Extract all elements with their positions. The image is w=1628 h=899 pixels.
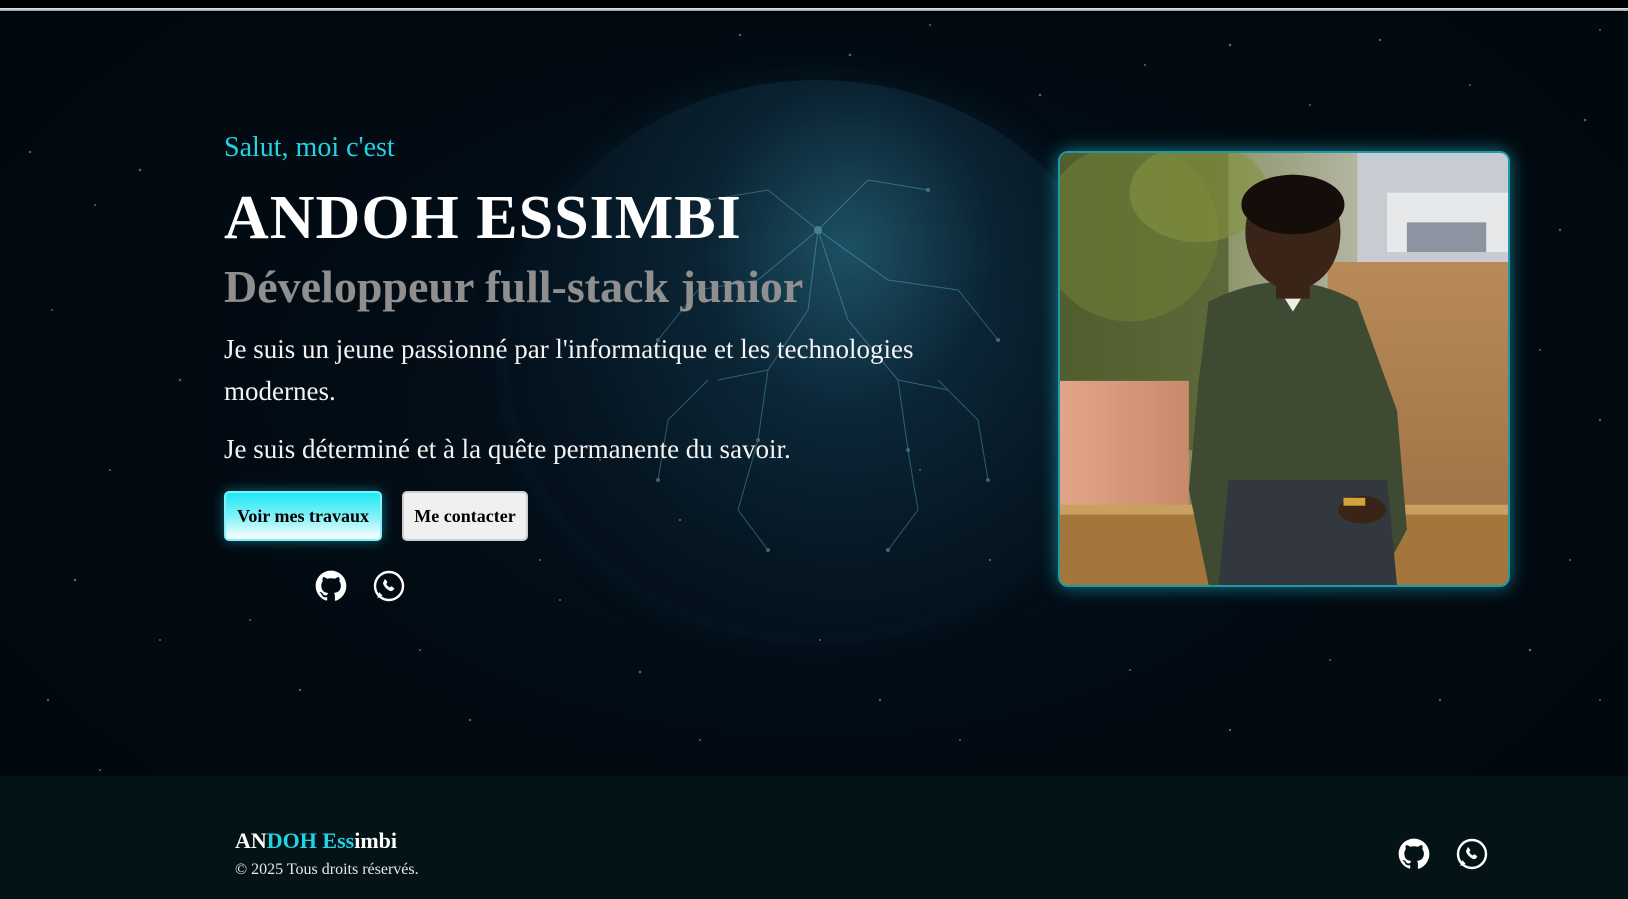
hero-github-link[interactable] [315,570,347,602]
hero-name: ANDOH ESSIMBI [224,184,742,252]
whatsapp-icon [1456,838,1488,870]
portrait-image [1060,153,1508,585]
footer-whatsapp-link[interactable] [1456,838,1488,870]
hero-description-1: Je suis un jeune passionné par l'informa… [224,334,914,406]
hero-section: Salut, moi c'est ANDOH ESSIMBI Développe… [224,128,944,470]
contact-button[interactable]: Me contacter [402,491,528,541]
profile-photo [1058,151,1510,587]
hero-whatsapp-link[interactable] [373,570,405,602]
github-icon [315,570,347,601]
top-bar-line [0,8,1628,11]
view-works-button[interactable]: Voir mes travaux [224,491,382,541]
whatsapp-icon [373,570,405,602]
top-bar [0,0,1628,14]
hero-description-2: Je suis déterminé et à la quête permanen… [224,434,791,464]
portfolio-page: Salut, moi c'est ANDOH ESSIMBI Développe… [0,0,1628,899]
footer-github-link[interactable] [1398,838,1430,870]
footer-brand: ANDOH Essimbi [235,828,397,854]
footer-copyright: © 2025 Tous droits réservés. [235,861,419,878]
greeting-text: Salut, moi c'est [224,132,395,163]
footer-brand-part3: imbi [354,828,397,853]
footer-brand-part1: AN [235,828,267,853]
footer-brand-part2: DOH Ess [266,828,355,853]
footer: ANDOH Essimbi © 2025 Tous droits réservé… [0,776,1628,899]
hero-role: Développeur full-stack junior [224,261,804,312]
github-icon [1398,838,1430,869]
